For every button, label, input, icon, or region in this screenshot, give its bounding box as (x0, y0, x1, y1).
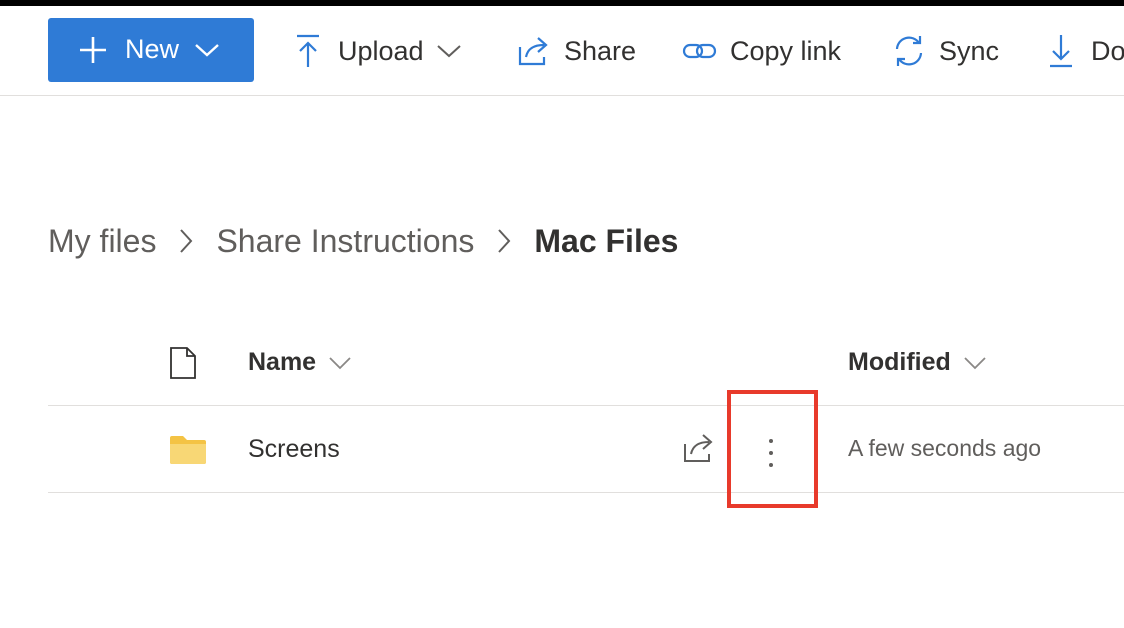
download-arrow-icon (1043, 33, 1079, 69)
breadcrumb: My files Share Instructions Mac Files (48, 218, 678, 264)
file-type-icon[interactable] (169, 346, 197, 385)
breadcrumb-current: Mac Files (534, 222, 679, 259)
column-header-name[interactable]: Name (248, 348, 352, 377)
copy-link-label: Copy link (730, 35, 842, 66)
share-label: Share (564, 35, 637, 66)
download-label: Download (1091, 35, 1124, 66)
sync-icon (891, 33, 927, 69)
download-button[interactable]: Download (1043, 26, 1124, 76)
column-modified-label: Modified (848, 348, 951, 376)
folder-icon (169, 435, 207, 470)
breadcrumb-item-my-files[interactable]: My files (48, 223, 156, 260)
list-header: Name Modified (48, 336, 1124, 406)
chevron-down-icon (328, 355, 352, 371)
highlight-box (727, 390, 818, 508)
column-name-label: Name (248, 348, 317, 376)
new-button-label: New (125, 34, 180, 64)
share-icon (516, 33, 552, 69)
column-header-modified[interactable]: Modified (848, 348, 987, 377)
chevron-down-icon (963, 355, 987, 371)
list-item[interactable]: Screens A few seconds ago (48, 407, 1124, 493)
share-button[interactable]: Share (516, 26, 636, 76)
copy-link-button[interactable]: Copy link (682, 26, 841, 76)
command-bar: New Upload Share Copy link Sync Do (0, 6, 1124, 96)
upload-label: Upload (338, 35, 424, 66)
list-item-name[interactable]: Screens (248, 435, 340, 464)
sync-label: Sync (939, 35, 1000, 66)
upload-arrow-icon (290, 33, 326, 69)
upload-button[interactable]: Upload (290, 26, 462, 76)
plus-icon (78, 35, 108, 65)
new-button[interactable]: New (48, 18, 254, 82)
sync-button[interactable]: Sync (891, 26, 999, 76)
list-item-modified: A few seconds ago (848, 435, 1042, 461)
chevron-right-icon (496, 227, 512, 255)
breadcrumb-item-share-instructions[interactable]: Share Instructions (216, 223, 474, 260)
chevron-right-icon (178, 227, 194, 255)
link-icon (682, 33, 718, 69)
share-icon[interactable] (681, 432, 717, 469)
chevron-down-icon (436, 42, 462, 60)
